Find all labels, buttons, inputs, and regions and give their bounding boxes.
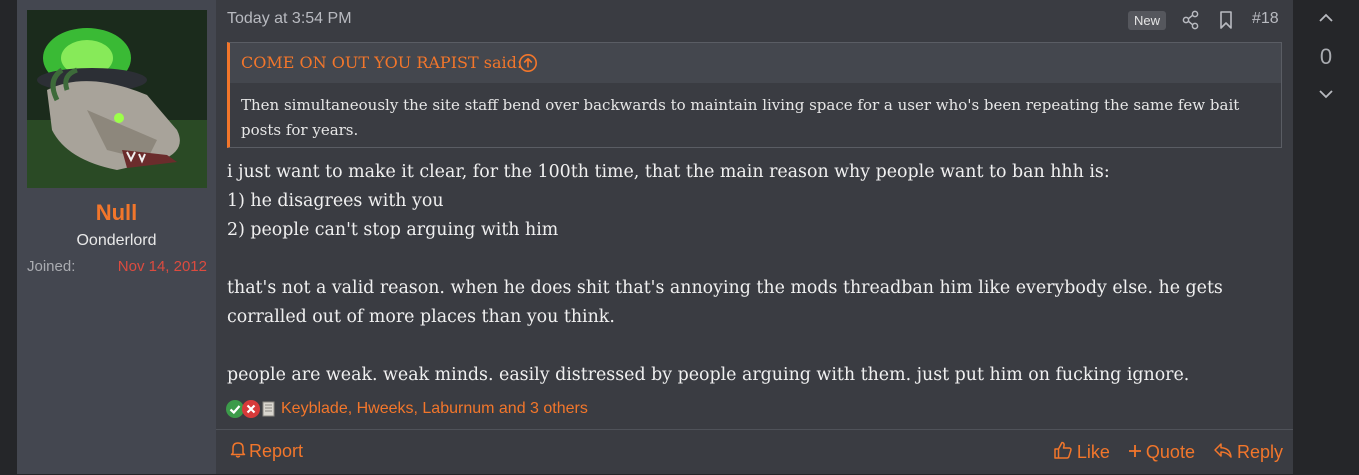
quote-text: Then simultaneously the site staff bend … xyxy=(241,96,1240,139)
chevron-up-icon[interactable] xyxy=(1318,10,1334,26)
reactions-bar[interactable]: Keyblade, Hweeks, Laburnum and 3 others xyxy=(226,398,588,420)
post-actions: Like Quote Reply xyxy=(1053,440,1283,465)
reply-arrow-icon xyxy=(1213,441,1233,464)
username[interactable]: Null xyxy=(17,200,216,226)
reply-label: Reply xyxy=(1236,442,1283,462)
quote-author[interactable]: COME ON OUT YOU RAPIST said: xyxy=(241,53,522,72)
quote-button[interactable]: Quote xyxy=(1128,442,1195,463)
post-main: Today at 3:54 PM New #18 COME ON OUT YOU… xyxy=(216,0,1293,474)
bookmark-icon[interactable] xyxy=(1218,10,1234,30)
report-label: Report xyxy=(249,441,304,461)
vote-panel: 0 xyxy=(1293,0,1359,474)
joined-label: Joined: xyxy=(27,258,76,275)
message-line: i just want to make it clear, for the 10… xyxy=(227,162,1110,182)
post: Null Oonderlord Joined: Nov 14, 2012 Tod… xyxy=(17,0,1293,474)
message-line: people are weak. weak minds. easily dist… xyxy=(227,365,1190,385)
message-blank-line xyxy=(227,332,1287,361)
new-badge: New xyxy=(1128,11,1167,30)
reaction-users-link[interactable]: Keyblade, Hweeks, Laburnum and 3 others xyxy=(281,400,588,418)
quote-block: COME ON OUT YOU RAPIST said: Then simult… xyxy=(227,42,1282,148)
message-line: 2) people can't stop arguing with him xyxy=(227,220,559,240)
x-reaction-icon xyxy=(242,400,260,418)
post-footer: Report Like Quote Reply xyxy=(216,429,1293,475)
post-date[interactable]: Today at 3:54 PM xyxy=(227,10,352,28)
message-line: that's not a valid reason. when he does … xyxy=(227,278,1223,327)
user-title: Oonderlord xyxy=(76,232,157,249)
quote-jump-icon[interactable] xyxy=(518,53,538,73)
avatar[interactable] xyxy=(27,10,207,188)
like-button[interactable]: Like xyxy=(1053,440,1110,465)
quote-label: Quote xyxy=(1145,442,1195,462)
message-line: 1) he disagrees with you xyxy=(227,191,444,211)
user-info-panel: Null Oonderlord Joined: Nov 14, 2012 xyxy=(17,0,216,474)
bell-icon xyxy=(230,440,246,463)
reply-button[interactable]: Reply xyxy=(1213,441,1283,464)
message-body: i just want to make it clear, for the 10… xyxy=(227,158,1287,390)
report-button[interactable]: Report xyxy=(230,440,303,463)
like-label: Like xyxy=(1076,442,1110,462)
chevron-down-icon[interactable] xyxy=(1318,86,1334,102)
vote-count: 0 xyxy=(1319,44,1333,69)
message-blank-line xyxy=(227,245,1287,274)
joined-date: Nov 14, 2012 xyxy=(117,258,207,275)
thumbs-up-icon xyxy=(1053,440,1073,465)
post-number-link[interactable]: #18 xyxy=(1252,10,1279,28)
quote-header: COME ON OUT YOU RAPIST said: xyxy=(230,43,1281,83)
share-icon[interactable] xyxy=(1182,10,1200,30)
plus-icon xyxy=(1128,442,1142,463)
scroll-reaction-icon xyxy=(261,400,277,418)
